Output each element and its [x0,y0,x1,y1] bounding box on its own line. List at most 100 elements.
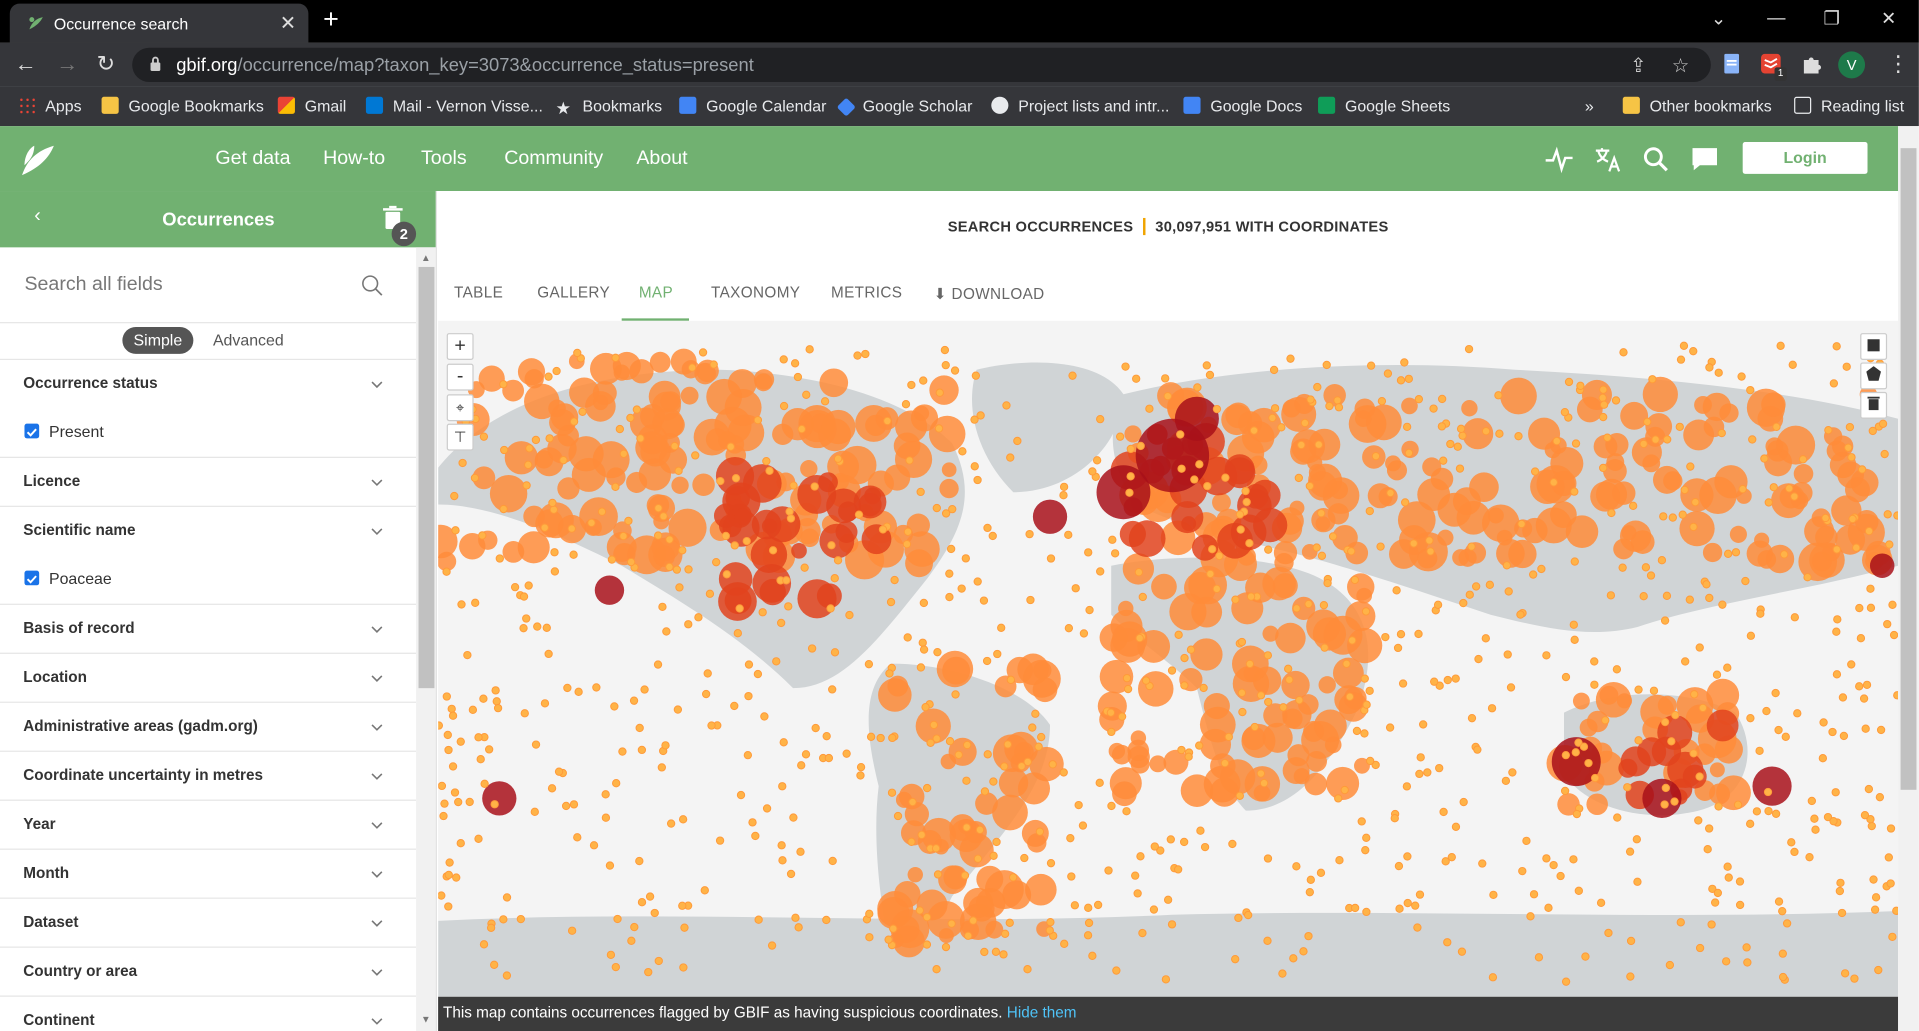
login-button[interactable]: Login [1742,142,1868,174]
draw-polygon-icon[interactable] [1860,362,1888,390]
filter-scientific-name[interactable]: Scientific name Poaceae [0,507,417,605]
tab-taxonomy[interactable]: TAXONOMY [711,284,800,301]
chevron-down-icon[interactable] [370,867,385,882]
bookmark-project-lists[interactable]: Project lists and intr... [991,96,1169,115]
paint-roller-icon[interactable]: ⊤ [446,423,474,451]
filter-basis-of-record[interactable]: Basis of record [0,605,417,654]
search-all-fields[interactable]: Search all fields [0,247,417,324]
tab-close-icon[interactable]: ✕ [280,11,296,35]
filter-coordinate-uncertainty[interactable]: Coordinate uncertainty in metres [0,752,417,801]
search-icon[interactable] [361,274,383,296]
mode-simple-button[interactable]: Simple [122,326,194,354]
tab-table[interactable]: TABLE [454,284,503,301]
chevron-down-icon[interactable] [370,475,385,490]
hide-them-link[interactable]: Hide them [1007,1004,1077,1021]
nav-how-to[interactable]: How-to [323,148,385,170]
sidebar-scrollbar[interactable]: ▲ ▼ [416,247,436,1031]
nav-get-data[interactable]: Get data [215,148,290,170]
browser-menu-icon[interactable]: ⋮ [1887,51,1909,77]
nav-about[interactable]: About [636,148,687,170]
chevron-down-icon[interactable] [370,818,385,833]
bookmark-mail[interactable]: Mail - Vernon Visse... [365,96,543,115]
filter-country-or-area[interactable]: Country or area [0,948,417,997]
scroll-down-icon[interactable]: ▼ [421,1014,431,1025]
chevron-down-icon[interactable] [370,671,385,686]
delete-shape-trash-icon[interactable] [1860,391,1888,419]
tab-map[interactable]: MAP [639,284,673,301]
gbif-logo-icon[interactable] [17,138,59,180]
select-tool-icon[interactable]: ⌖ [446,394,474,422]
chevron-down-icon[interactable] [370,377,385,392]
tab-download[interactable]: ⬇ DOWNLOAD [934,284,1045,302]
bookmark-star-icon[interactable]: ☆ [1672,54,1690,78]
occurrence-point [1067,872,1076,881]
map-canvas[interactable] [438,321,1899,997]
zoom-out-button[interactable]: - [446,363,474,391]
filter-continent[interactable]: Continent [0,997,416,1031]
translate-icon[interactable] [1593,144,1622,173]
filter-month[interactable]: Month [0,850,417,899]
bookmark-apps[interactable]: Apps [18,96,82,115]
docs-extension-icon[interactable] [1721,53,1743,75]
reload-icon[interactable]: ↻ [97,51,115,77]
nav-tools[interactable]: Tools [421,148,467,170]
window-close-icon[interactable]: ✕ [1881,7,1896,30]
filter-occurrence-status[interactable]: Occurrence status Present [0,360,417,458]
mode-advanced-button[interactable]: Advanced [213,331,284,349]
tab-metrics[interactable]: METRICS [831,284,902,301]
bookmark-google-bookmarks[interactable]: Google Bookmarks [101,96,264,115]
zoom-in-button[interactable]: + [446,333,474,361]
reading-list[interactable]: Reading list [1794,96,1904,115]
nav-community[interactable]: Community [504,148,603,170]
scrollbar-thumb[interactable] [418,266,435,689]
draw-rectangle-icon[interactable] [1860,333,1888,361]
occurrence-map[interactable]: + - ⌖ ⊤ [438,320,1899,997]
density-blob [1348,405,1387,443]
occurrence-point [1205,370,1215,380]
filter-dataset[interactable]: Dataset [0,899,417,948]
more-bookmarks-button[interactable]: » [1585,97,1594,115]
bookmark-bookmarks[interactable]: ★ Bookmarks [556,97,663,117]
bookmark-google-docs[interactable]: Google Docs [1183,96,1302,115]
share-icon[interactable]: ⇪ [1630,54,1646,78]
filter-administrative-areas[interactable]: Administrative areas (gadm.org) [0,703,417,752]
chevron-down-icon[interactable] [370,524,385,539]
chevron-down-icon[interactable] [370,622,385,637]
bookmark-gmail[interactable]: Gmail [277,96,346,115]
chevron-down-icon[interactable] [370,965,385,980]
back-icon[interactable]: ← [15,51,37,77]
chevron-down-icon[interactable] [370,916,385,931]
minimize-icon[interactable]: — [1767,7,1785,28]
feedback-icon[interactable] [1690,144,1719,173]
extensions-puzzle-icon[interactable] [1800,53,1822,75]
browser-tab[interactable]: Occurrence search ✕ [9,3,309,43]
bookmark-google-sheets[interactable]: Google Sheets [1318,96,1450,115]
new-tab-icon[interactable]: + [323,4,339,36]
activity-icon[interactable] [1544,144,1573,174]
page-scrollbar[interactable] [1898,126,1919,1031]
tab-search-icon[interactable]: ⌄ [1711,7,1726,30]
occurrence-point [1078,821,1088,830]
search-icon[interactable] [1641,144,1670,173]
profile-avatar[interactable]: V [1838,51,1866,79]
chevron-down-icon[interactable] [370,1014,385,1029]
filter-licence[interactable]: Licence [0,458,417,507]
search-input[interactable]: Search all fields [24,274,162,296]
occurrence-point [1570,487,1579,496]
address-bar[interactable]: gbif.org/occurrence/map?taxon_key=3073&o… [132,47,1711,83]
forward-icon[interactable]: → [56,51,78,77]
filter-year[interactable]: Year [0,801,417,850]
present-checkbox[interactable] [24,423,40,439]
bookmark-google-calendar[interactable]: Google Calendar [679,96,826,115]
bookmark-google-scholar[interactable]: Google Scholar [836,97,972,117]
restore-icon[interactable]: ❐ [1823,7,1839,30]
chevron-down-icon[interactable] [370,720,385,735]
poaceae-checkbox[interactable] [24,570,40,586]
page-scrollbar-thumb[interactable] [1900,148,1917,790]
chevron-down-icon[interactable] [370,769,385,784]
scroll-up-icon[interactable]: ▲ [421,252,431,263]
filter-location[interactable]: Location [0,654,417,703]
other-bookmarks[interactable]: Other bookmarks [1622,96,1772,115]
tab-gallery[interactable]: GALLERY [537,284,610,301]
density-blob [939,478,959,499]
